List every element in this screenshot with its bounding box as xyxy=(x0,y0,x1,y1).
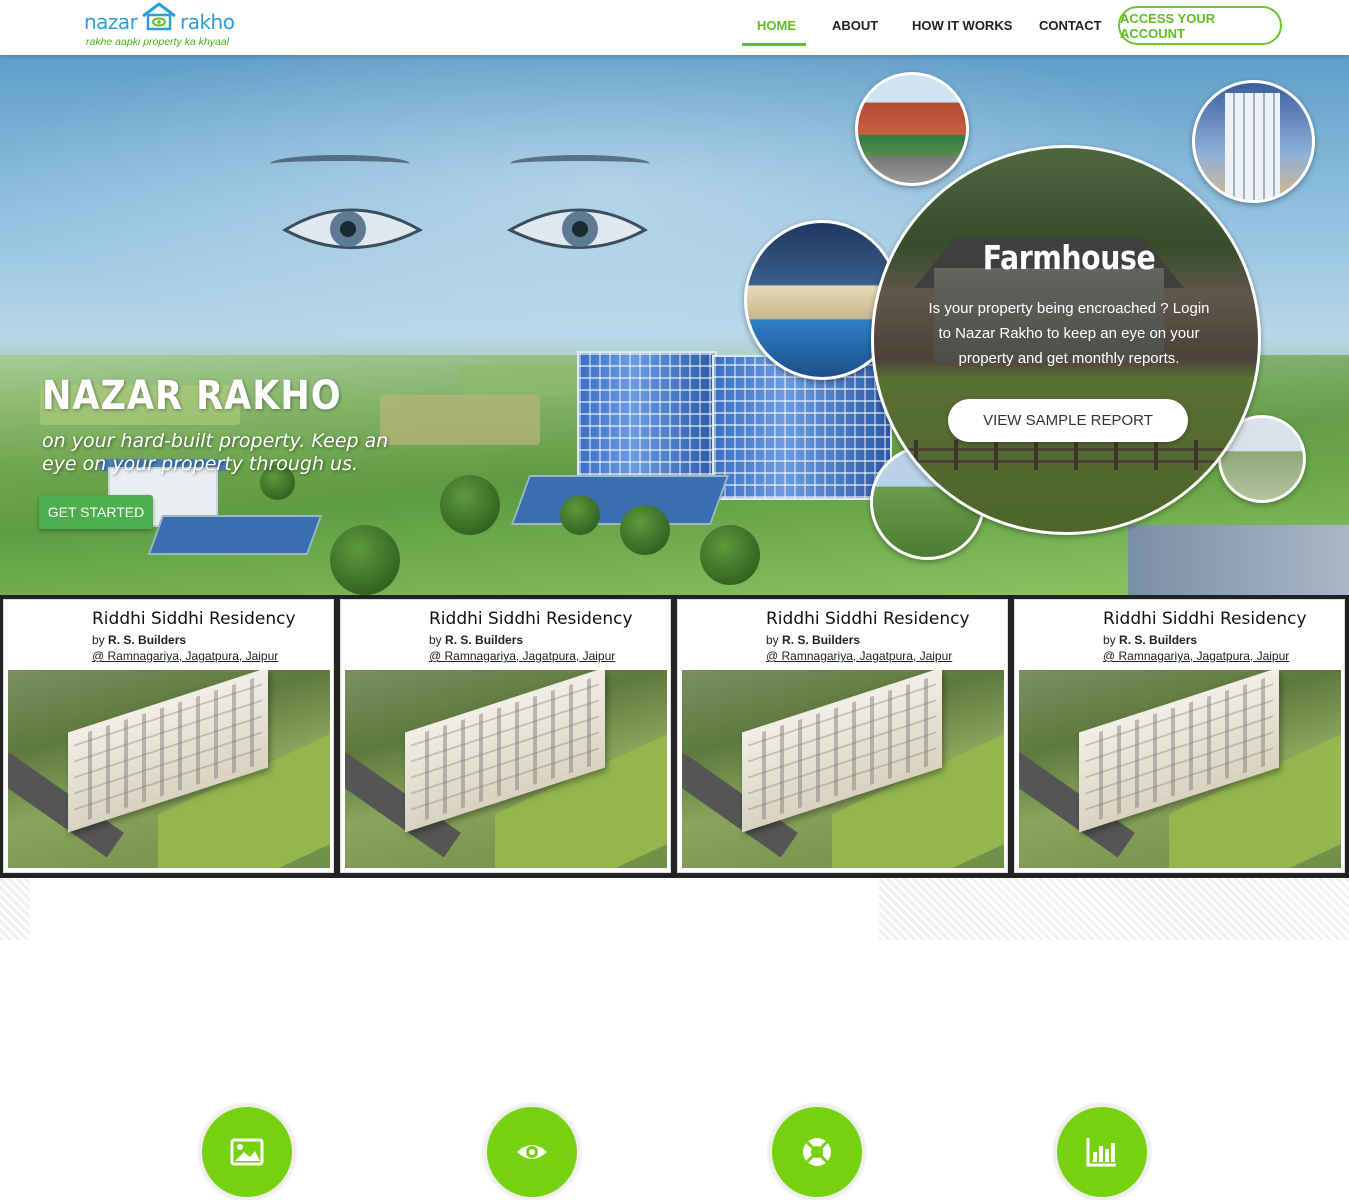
property-image[interactable] xyxy=(1019,670,1341,868)
property-builder: R. S. Builders xyxy=(782,633,861,647)
property-builder-line: by R. S. Builders xyxy=(1103,633,1198,647)
logo[interactable]: nazar rakho rakhe aapki property ka khya… xyxy=(84,2,244,52)
property-location-link[interactable]: @ Ramnagariya, Jagatpura, Jaipur xyxy=(766,649,952,663)
left-eye-image xyxy=(281,208,424,249)
tree xyxy=(330,525,400,595)
property-builder-line: by R. S. Builders xyxy=(766,633,861,647)
property-card[interactable]: Riddhi Siddhi Residency by R. S. Builder… xyxy=(1014,599,1345,873)
get-started-button[interactable]: GET STARTED xyxy=(39,495,153,529)
property-image[interactable] xyxy=(345,670,667,868)
field-patch xyxy=(460,365,580,395)
property-name: Riddhi Siddhi Residency xyxy=(92,609,296,629)
property-card[interactable]: Riddhi Siddhi Residency by R. S. Builder… xyxy=(677,599,1008,873)
image-icon xyxy=(230,1138,264,1166)
property-location-link[interactable]: @ Ramnagariya, Jagatpura, Jaipur xyxy=(429,649,615,663)
slide-text: Is your property being encroached ? Logi… xyxy=(928,300,1210,367)
feature-support[interactable] xyxy=(769,1104,865,1200)
villa-pool xyxy=(147,515,323,555)
hero-title: NAZAR RAKHO xyxy=(42,373,342,419)
property-builder-line: by R. S. Builders xyxy=(429,633,524,647)
view-sample-report-button[interactable]: VIEW SAMPLE REPORT xyxy=(948,399,1188,442)
access-account-button[interactable]: ACCESS YOUR ACCOUNT xyxy=(1118,6,1282,45)
property-card[interactable]: Riddhi Siddhi Residency by R. S. Builder… xyxy=(340,599,671,873)
logo-word-left: nazar xyxy=(84,10,138,34)
hero-subtitle: on your hard-built property. Keep an eye… xyxy=(42,430,389,475)
feature-photos[interactable] xyxy=(199,1104,295,1200)
property-carousel: Riddhi Siddhi Residency by R. S. Builder… xyxy=(0,595,1349,878)
right-building xyxy=(1128,525,1349,595)
tree xyxy=(440,475,500,535)
logo-word-right: rakho xyxy=(180,10,235,34)
nav-how-it-works[interactable]: HOW IT WORKS xyxy=(912,18,1012,33)
nav-home[interactable]: HOME xyxy=(757,18,796,33)
tree xyxy=(620,505,670,555)
property-image[interactable] xyxy=(682,670,1004,868)
nav-about[interactable]: ABOUT xyxy=(832,18,878,33)
logo-tagline: rakhe aapki property ka khyaal xyxy=(86,36,229,48)
property-card[interactable]: Riddhi Siddhi Residency by R. S. Builder… xyxy=(3,599,334,873)
left-eyebrow xyxy=(270,155,410,173)
property-name: Riddhi Siddhi Residency xyxy=(429,609,633,629)
nav-contact[interactable]: CONTACT xyxy=(1039,18,1102,33)
logo-house-icon xyxy=(142,2,176,31)
feature-reports[interactable] xyxy=(1054,1104,1150,1200)
property-builder: R. S. Builders xyxy=(445,633,524,647)
pattern-band-right xyxy=(879,878,1349,940)
pattern-band-left xyxy=(0,878,30,940)
property-builder: R. S. Builders xyxy=(108,633,187,647)
property-builder-line: by R. S. Builders xyxy=(92,633,187,647)
tree xyxy=(700,525,760,585)
bar-chart-icon xyxy=(1086,1138,1116,1167)
property-location-link[interactable]: @ Ramnagariya, Jagatpura, Jaipur xyxy=(92,649,278,663)
farmhouse-slide: Farmhouse Is your property being encroac… xyxy=(871,145,1261,535)
right-eyebrow xyxy=(510,155,650,173)
feature-monitoring[interactable] xyxy=(484,1104,580,1200)
slide-title: Farmhouse xyxy=(982,238,1156,277)
life-ring-icon xyxy=(803,1138,831,1166)
property-location-link[interactable]: @ Ramnagariya, Jagatpura, Jaipur xyxy=(1103,649,1289,663)
property-name: Riddhi Siddhi Residency xyxy=(766,609,970,629)
site-header: nazar rakho rakhe aapki property ka khya… xyxy=(0,0,1349,55)
property-builder: R. S. Builders xyxy=(1119,633,1198,647)
hero-slider: NAZAR RAKHO on your hard-built property.… xyxy=(0,55,1349,595)
eye-icon xyxy=(517,1145,547,1159)
property-name: Riddhi Siddhi Residency xyxy=(1103,609,1307,629)
tree xyxy=(560,495,600,535)
tower-plaza xyxy=(510,475,730,525)
right-eye-image xyxy=(506,208,649,249)
property-image[interactable] xyxy=(8,670,330,868)
nav-active-indicator xyxy=(742,43,806,46)
